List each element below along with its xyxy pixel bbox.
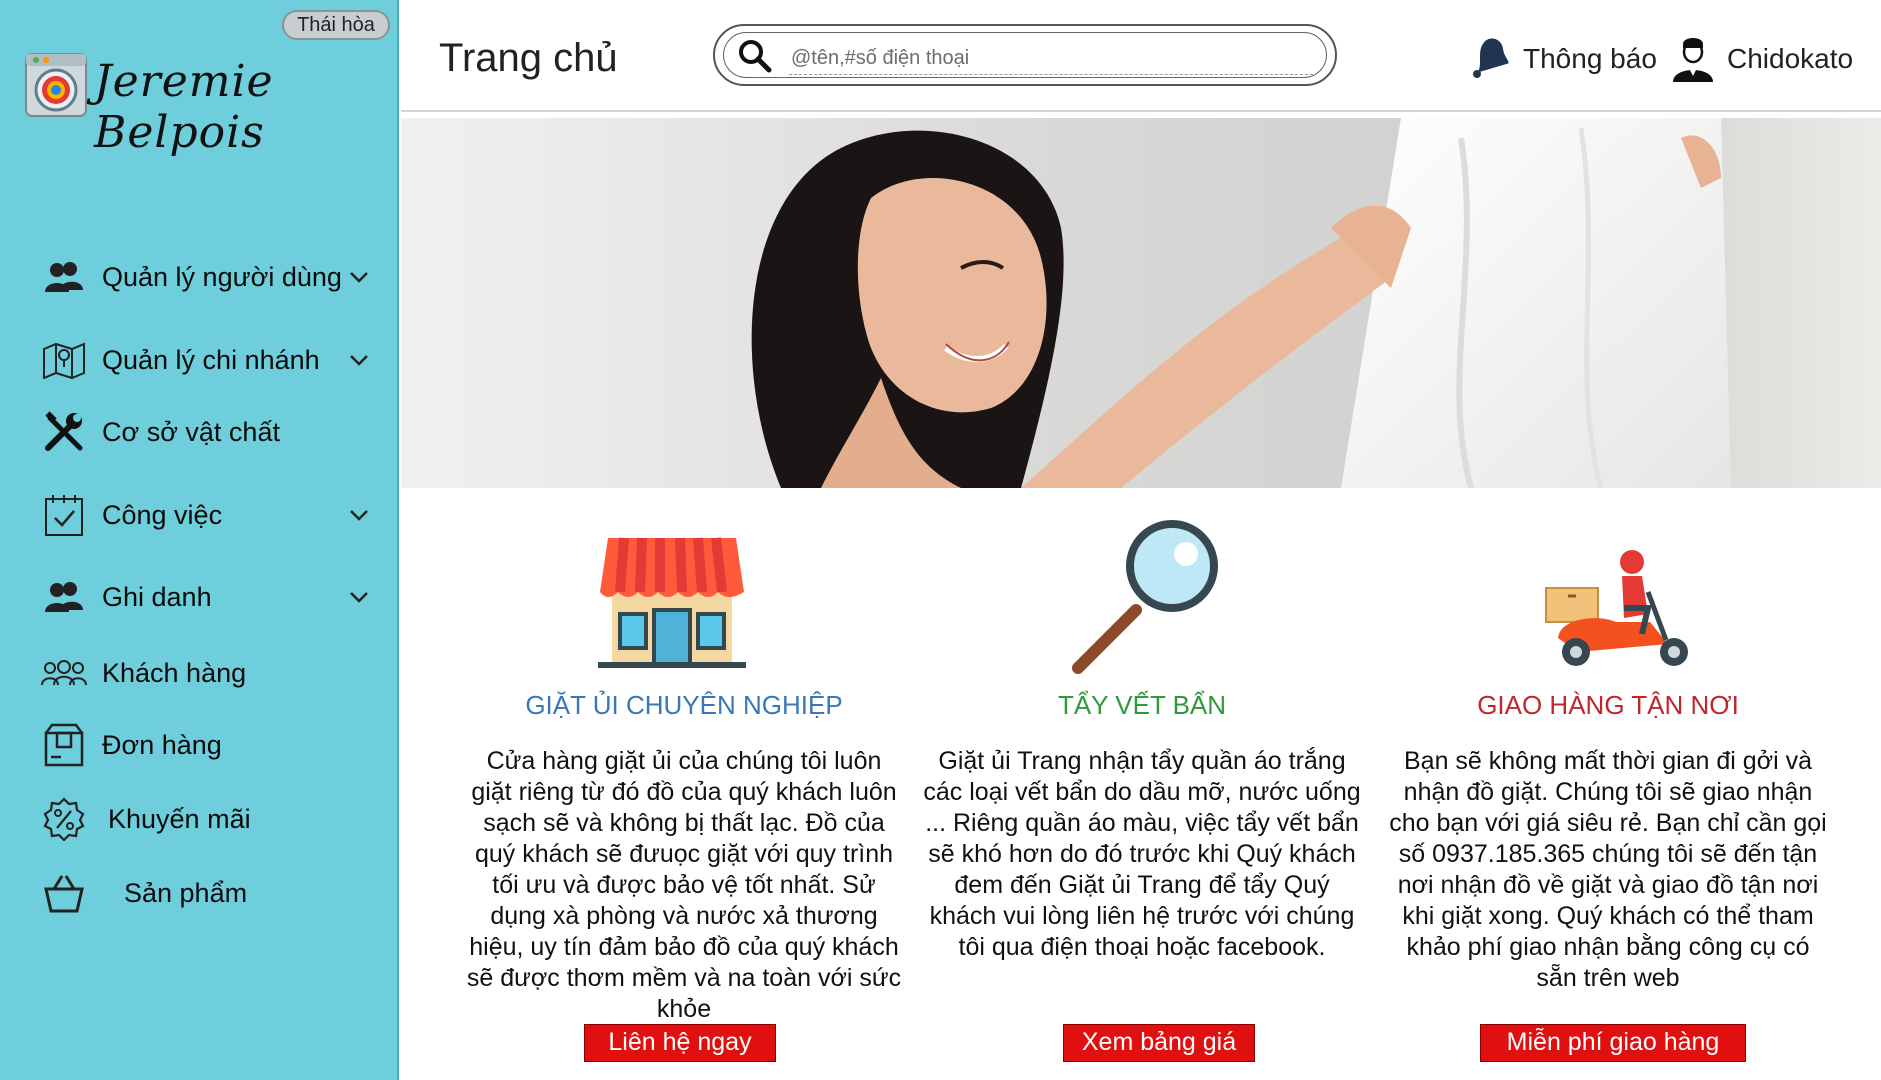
chevron-down-icon[interactable]: [348, 504, 370, 526]
feature-delivery: GIAO HÀNG TẬN NƠI Bạn sẽ không mất thời …: [1388, 520, 1828, 1062]
feature-description: Bạn sẽ không mất thời gian đi gởi và nhậ…: [1389, 747, 1827, 992]
feature-description: Cửa hàng giặt ủi của chúng tôi luôn giặt…: [466, 747, 902, 1023]
notifications-label: Thông báo: [1523, 43, 1657, 74]
feature-laundry: GIẶT ỦI CHUYÊN NGHIỆP Cửa hàng giặt ủi c…: [464, 520, 904, 1062]
tools-icon: [40, 408, 88, 456]
sidebar-item-label: Ghi danh: [102, 581, 212, 612]
sidebar-item-branch-management[interactable]: Quản lý chi nhánh: [40, 335, 380, 385]
sidebar-item-label: Công việc: [102, 499, 223, 530]
hero-illustration: [401, 118, 1881, 488]
washing-machine-logo[interactable]: [22, 50, 92, 120]
sidebar-item-orders[interactable]: Đơn hàng: [40, 720, 380, 770]
chevron-down-icon[interactable]: [348, 586, 370, 608]
user-menu[interactable]: Chidokato: [1669, 34, 1853, 84]
search-icon[interactable]: [737, 38, 773, 74]
sidebar-item-label: Khuyến mãi: [108, 803, 251, 834]
top-header: Trang chủ Thông báo Chidokato: [401, 0, 1881, 112]
basket-icon: [40, 869, 88, 917]
sidebar-item-label: Sản phẩm: [124, 877, 248, 908]
users-icon: [40, 573, 88, 621]
bell-icon: [1463, 32, 1513, 87]
sidebar-item-label: Cơ sở vật chất: [102, 416, 280, 447]
magnifier-icon: [1066, 520, 1226, 685]
price-list-button[interactable]: Xem bảng giá: [1063, 1024, 1255, 1062]
delivery-scooter-icon: [1538, 548, 1698, 681]
package-icon: [40, 721, 88, 769]
sidebar-item-label: Quản lý chi nhánh: [102, 344, 320, 375]
brand-name: Jeremie Belpois: [94, 56, 274, 158]
sidebar-item-label: Quản lý người dùng: [102, 261, 342, 292]
sidebar-item-promotions[interactable]: Khuyến mãi: [40, 794, 380, 844]
search-bar[interactable]: [713, 24, 1337, 86]
feature-title: TẨY VẾT BẨN: [1057, 690, 1227, 720]
user-name: Chidokato: [1727, 43, 1854, 74]
sidebar-item-user-management[interactable]: Quản lý người dùng: [40, 252, 380, 302]
discount-icon: [40, 795, 88, 843]
storefront-icon: [598, 534, 746, 675]
map-icon: [40, 336, 88, 384]
chevron-down-icon[interactable]: [348, 266, 370, 288]
feature-title: GIẶT ỦI CHUYÊN NGHIỆP: [525, 690, 843, 720]
sidebar-item-tasks[interactable]: Công việc: [40, 490, 380, 540]
feature-title: GIAO HÀNG TẬN NƠI: [1477, 690, 1739, 720]
calendar-check-icon: [40, 491, 88, 539]
user-avatar-icon: [1669, 32, 1717, 87]
sidebar-item-customers[interactable]: Khách hàng: [40, 648, 380, 698]
free-delivery-button[interactable]: Miễn phí giao hàng: [1480, 1024, 1746, 1062]
sidebar-item-label: Đơn hàng: [102, 729, 222, 760]
branch-badge[interactable]: Thái hòa: [282, 10, 390, 40]
search-input[interactable]: [789, 42, 1313, 75]
sidebar-item-products[interactable]: Sản phẩm: [40, 868, 380, 918]
chevron-down-icon[interactable]: [348, 349, 370, 371]
notifications-button[interactable]: Thông báo: [1463, 34, 1657, 84]
page-title: Trang chủ: [439, 36, 618, 80]
sidebar: Thái hòa Jeremie Belpois Quản lý người d…: [0, 0, 399, 1080]
sidebar-item-enrollment[interactable]: Ghi danh: [40, 572, 380, 622]
feature-stain-removal: TẨY VẾT BẨN Giặt ủi Trang nhận tẩy quần …: [922, 520, 1362, 1062]
feature-description: Giặt ủi Trang nhận tẩy quần áo trắng các…: [923, 747, 1361, 961]
hero-banner-image: [401, 118, 1881, 488]
contact-now-button[interactable]: Liên hệ ngay: [584, 1024, 776, 1062]
sidebar-item-facilities[interactable]: Cơ sở vật chất: [40, 407, 380, 457]
sidebar-item-label: Khách hàng: [102, 657, 247, 688]
users-icon: [40, 253, 88, 301]
customers-icon: [40, 649, 88, 697]
